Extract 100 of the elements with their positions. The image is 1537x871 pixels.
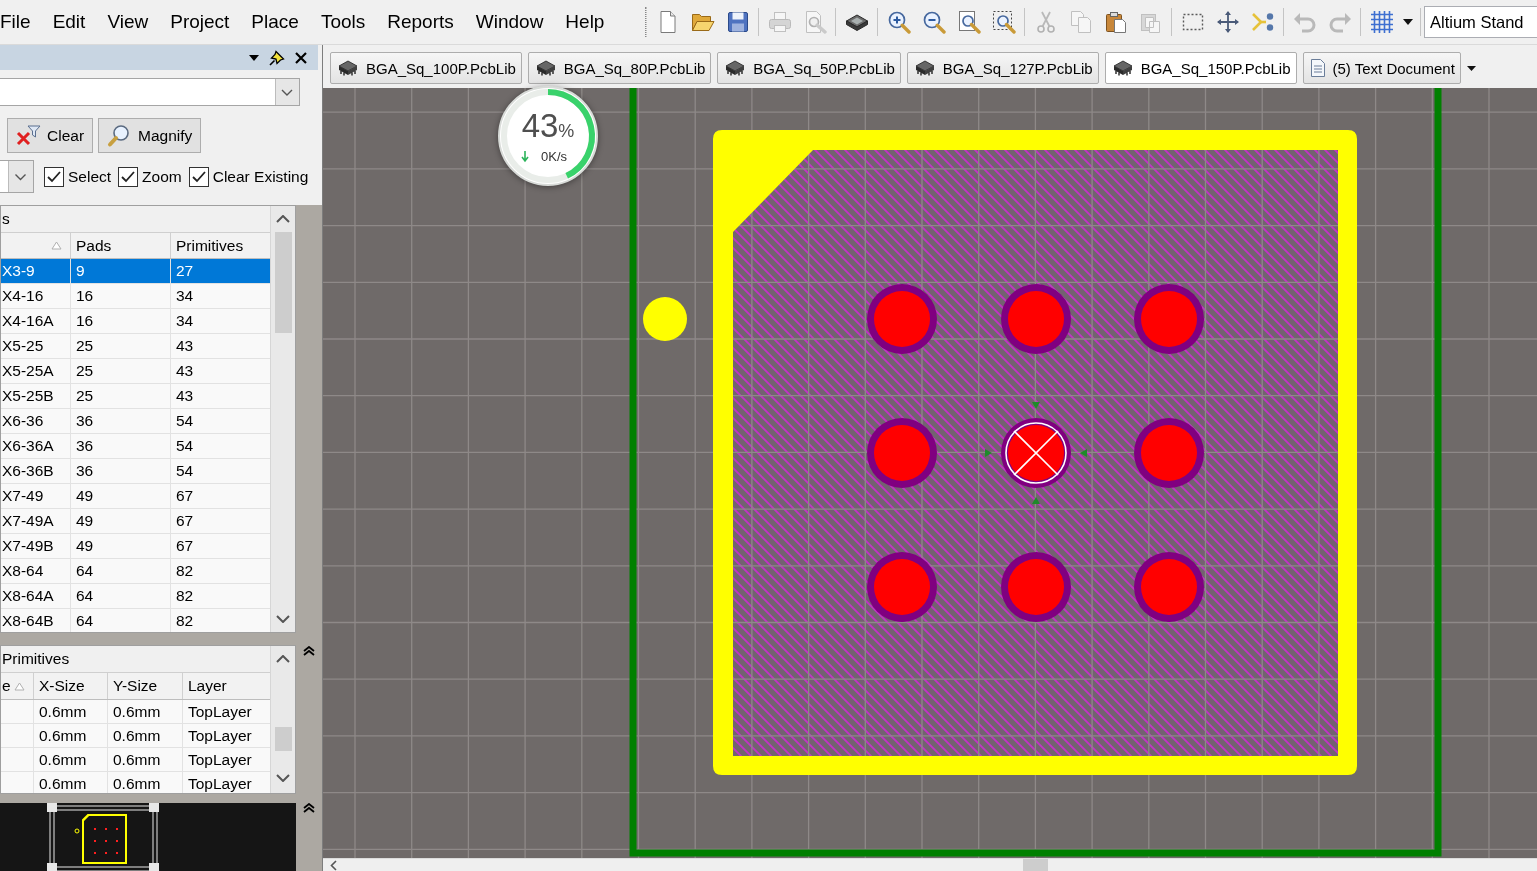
document-tab[interactable]: BGA_Sq_100P.PcbLib — [330, 52, 522, 84]
table-row[interactable]: X4-16A 16 34 — [1, 309, 271, 334]
chevron-down-icon[interactable] — [276, 615, 291, 623]
table-row[interactable]: X6-36B 36 54 — [1, 459, 271, 484]
column-header[interactable]: Pads — [71, 233, 171, 258]
grid-icon[interactable] — [1369, 10, 1394, 34]
scrollbar-thumb[interactable] — [274, 727, 292, 751]
document-tab[interactable]: (5) Text Document — [1302, 52, 1461, 84]
filter-field[interactable] — [0, 78, 300, 106]
pad — [867, 552, 937, 622]
horizontal-scrollbar[interactable] — [323, 858, 1537, 871]
menu-item[interactable]: Tools — [320, 11, 366, 33]
table-cell: 0.6mm — [34, 772, 108, 793]
chip-icon — [534, 58, 557, 78]
menu-item[interactable]: Project — [170, 11, 230, 33]
column-header[interactable]: X-Size — [34, 673, 108, 699]
clear-filter-icon — [15, 123, 41, 148]
menu-item[interactable]: Edit — [52, 11, 86, 33]
pad — [867, 284, 937, 354]
table-row[interactable]: X8-64 64 82 — [1, 559, 271, 584]
table-row[interactable]: X5-25A 25 43 — [1, 359, 271, 384]
document-tab[interactable]: BGA_Sq_50P.PcbLib — [717, 52, 901, 84]
chip-icon — [337, 58, 359, 78]
table-row[interactable]: 0.6mm 0.6mm TopLayer — [1, 724, 271, 748]
table-cell: 0.6mm — [108, 772, 183, 793]
table-row[interactable]: X7-49B 49 67 — [1, 534, 271, 559]
move-arrows-icon[interactable] — [1215, 10, 1240, 34]
table-row[interactable]: 0.6mm 0.6mm TopLayer — [1, 700, 271, 724]
collapse-icon[interactable] — [303, 803, 315, 813]
section-header: s — [1, 206, 271, 233]
option-checkbox[interactable]: Clear Existing — [188, 166, 309, 187]
chip-icon — [1111, 58, 1134, 78]
table-row[interactable]: X3-9 9 27 — [1, 259, 271, 284]
checkbox-icon[interactable] — [44, 166, 64, 187]
pad — [1001, 418, 1071, 488]
close-icon[interactable] — [295, 51, 307, 64]
pcb-canvas[interactable] — [323, 88, 1537, 858]
pad — [1134, 418, 1204, 488]
scrollbar-thumb[interactable] — [1023, 859, 1048, 871]
dropdown-field[interactable] — [0, 160, 34, 193]
clear-button[interactable]: Clear — [7, 118, 94, 153]
chip-icon — [724, 58, 747, 78]
table-row[interactable]: X7-49 49 67 — [1, 484, 271, 509]
table-row[interactable]: X5-25B 25 43 — [1, 384, 271, 409]
document-tab[interactable]: BGA_Sq_127P.PcbLib — [906, 52, 1099, 84]
checkbox-icon[interactable] — [188, 166, 209, 187]
document-tab[interactable]: BGA_Sq_150P.PcbLib — [1104, 52, 1297, 84]
chip-icon — [913, 58, 936, 78]
chevron-left-icon[interactable] — [330, 859, 337, 871]
menu-item[interactable]: Reports — [387, 11, 454, 33]
table-row[interactable]: X7-49A 49 67 — [1, 509, 271, 534]
caret-down-icon[interactable] — [249, 54, 259, 61]
menu-item[interactable]: Place — [251, 11, 299, 33]
pad — [1134, 552, 1204, 622]
table-row[interactable]: X5-25 25 43 — [1, 334, 271, 359]
chevron-up-icon[interactable] — [276, 655, 291, 663]
table-row[interactable]: X6-36 36 54 — [1, 409, 271, 434]
zoom-area-icon[interactable] — [991, 10, 1016, 34]
menu-item[interactable]: File — [0, 11, 31, 33]
option-checkbox[interactable]: Zoom — [118, 166, 182, 187]
menu-item[interactable]: Window — [475, 11, 544, 33]
collapse-icon[interactable] — [303, 646, 315, 656]
down-arrow-icon — [521, 150, 529, 163]
pin-icon[interactable] — [269, 49, 285, 66]
vertical-scrollbar[interactable] — [270, 646, 295, 793]
chevron-dots-icon[interactable] — [1250, 10, 1275, 34]
clipboard-icon[interactable] — [1103, 10, 1128, 34]
table-row[interactable]: 0.6mm 0.6mm TopLayer — [1, 748, 271, 772]
configuration-dropdown[interactable]: Altium Stand — [1424, 6, 1537, 38]
pad — [867, 418, 937, 488]
table-cell: X8-64B — [1, 609, 71, 632]
document-icon — [1309, 58, 1326, 78]
chevron-up-icon[interactable] — [276, 215, 291, 223]
pad — [1001, 552, 1071, 622]
caret-down-icon[interactable] — [1403, 19, 1413, 25]
document-tab[interactable]: BGA_Sq_80P.PcbLib — [527, 52, 712, 84]
table-row[interactable]: X6-36A 36 54 — [1, 434, 271, 459]
transfer-rate: 0K/s — [541, 149, 567, 164]
vertical-scrollbar[interactable] — [270, 206, 295, 632]
pad — [1134, 284, 1204, 354]
zoom-out-icon[interactable] — [921, 10, 946, 34]
option-checkbox[interactable]: Select — [44, 166, 112, 187]
magnify-button[interactable]: Magnify — [98, 118, 202, 153]
checkbox-icon[interactable] — [118, 166, 139, 187]
table-row[interactable]: X8-64A 64 82 — [1, 584, 271, 609]
table-cell: 64 — [71, 609, 171, 632]
section-header: Primitives — [1, 646, 271, 673]
column-header[interactable]: Y-Size — [108, 673, 183, 699]
column-header[interactable]: e — [1, 673, 34, 699]
menu-item[interactable]: Help — [565, 11, 605, 33]
zoom-in-icon[interactable] — [886, 10, 911, 34]
speed-monitor-gauge[interactable]: 43% 0K/s — [498, 86, 598, 186]
table-row[interactable]: X4-16 16 34 — [1, 284, 271, 309]
pad — [1001, 284, 1071, 354]
menu-item[interactable]: View — [107, 11, 149, 33]
scrollbar-thumb[interactable] — [274, 232, 292, 333]
chevron-down-icon[interactable] — [276, 774, 291, 782]
caret-down-icon[interactable] — [1466, 66, 1476, 71]
zoom-page-icon[interactable] — [956, 10, 981, 34]
usage-percent: 43% — [521, 107, 575, 144]
